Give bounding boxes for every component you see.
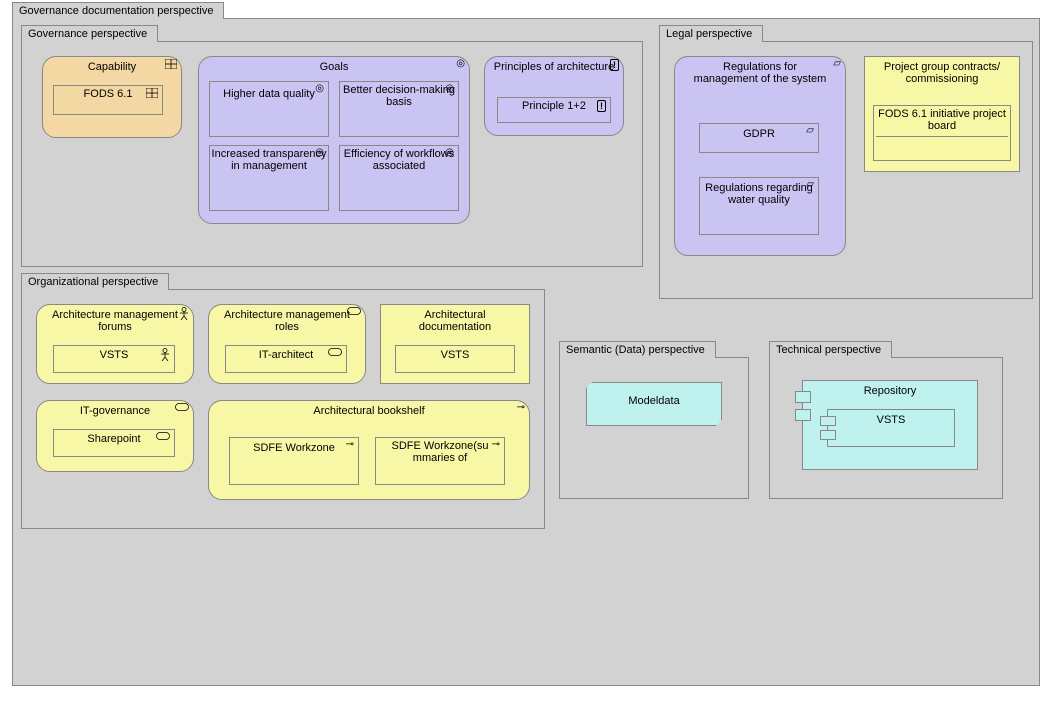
roles-block: Architecture management roles IT-archite… (208, 304, 366, 384)
regulation-gdpr: ▱ GDPR (699, 123, 819, 153)
regulations-label: Regulations for management of the system (681, 61, 839, 85)
governance-title: Governance perspective (28, 28, 147, 40)
itgov-child: Sharepoint (53, 429, 175, 457)
repository-child: VSTS (827, 409, 955, 447)
bookshelf1-label: SDFE Workzone (253, 442, 335, 454)
goal-icon: ◎ (456, 59, 465, 69)
itgov-label: IT-governance (43, 405, 187, 417)
principle-icon: ! (610, 59, 619, 71)
capability-label: Capability (49, 61, 175, 73)
regulation-water: ▱Regulations regarding water quality (699, 177, 819, 235)
itgov-block: IT-governance Sharepoint (36, 400, 194, 472)
component-notch-icon (795, 391, 811, 403)
bookshelf-label: Architectural bookshelf (215, 405, 523, 417)
role-icon (347, 307, 361, 315)
regulation-gdpr-label: GDPR (743, 128, 775, 140)
contracts-child-label: FODS 6.1 initiative project board (876, 108, 1008, 137)
docs-child-label: VSTS (441, 349, 470, 361)
principle-child-label: Principle 1+2 (522, 100, 586, 112)
docs-child: VSTS (395, 345, 515, 373)
contracts-block: Project group contracts/ commissioning F… (864, 56, 1020, 172)
goal-3: ◎Increased transparency in management (209, 145, 329, 211)
repository-child-label: VSTS (877, 414, 906, 426)
docs-label: Architectural documentation (387, 309, 523, 333)
goal-2: ◎Better decision-making basis (339, 81, 459, 137)
goal-icon: ◎ (445, 148, 454, 158)
contract-icon: ▱ (833, 59, 841, 69)
root-tab: Governance documentation perspective (12, 2, 224, 19)
component-notch-icon (795, 409, 811, 421)
technical-group: Repository VSTS (769, 357, 1003, 499)
capability-icon (165, 59, 177, 69)
roles-label: Architecture management roles (215, 309, 359, 333)
actor-icon (179, 307, 189, 321)
modeldata-label: Modeldata (628, 395, 679, 407)
actor-icon (160, 348, 170, 362)
interface-icon: ⊸ (492, 440, 500, 450)
regulation-water-label: Regulations regarding water quality (705, 182, 813, 206)
capability-icon (146, 88, 158, 98)
legal-group: ▱ Regulations for management of the syst… (659, 41, 1033, 299)
forums-label: Architecture management forums (43, 309, 187, 333)
bookshelf2-label: SDFE Workzone(su mmaries of (392, 440, 489, 464)
component-notch-icon (820, 430, 836, 440)
goals-label: Goals (205, 61, 463, 73)
goal-icon: ◎ (315, 84, 324, 94)
governance-tab: Governance perspective (21, 25, 158, 42)
goal-icon: ◎ (315, 148, 324, 158)
forums-child-label: VSTS (100, 349, 129, 361)
role-icon (156, 432, 170, 440)
docs-block: Architectural documentation VSTS (380, 304, 530, 384)
role-icon (175, 403, 189, 411)
capability-child-label: FODS 6.1 (84, 88, 133, 100)
repository-block: Repository VSTS (802, 380, 978, 470)
regulations-block: ▱ Regulations for management of the syst… (674, 56, 846, 256)
repository-label: Repository (809, 385, 971, 397)
goal-1: ◎Higher data quality (209, 81, 329, 137)
technical-tab: Technical perspective (769, 341, 892, 358)
contract-icon: ▱ (806, 126, 814, 136)
legal-title: Legal perspective (666, 28, 752, 40)
principles-block: ! Principles of architecture ! Principle… (484, 56, 624, 136)
goal-1-label: Higher data quality (223, 88, 315, 100)
itgov-child-label: Sharepoint (87, 433, 140, 445)
principle-icon: ! (597, 100, 606, 112)
semantic-title: Semantic (Data) perspective (566, 344, 705, 356)
roles-child: IT-architect (225, 345, 347, 373)
semantic-tab: Semantic (Data) perspective (559, 341, 716, 358)
org-tab: Organizational perspective (21, 273, 169, 290)
capability-child: FODS 6.1 (53, 85, 163, 115)
contract-icon: ▱ (806, 180, 814, 190)
governance-group: Capability FODS 6.1 ◎ Goals ◎Higher data… (21, 41, 643, 267)
root-group: Governance perspective Capability FODS 6… (12, 18, 1040, 686)
forums-block: Architecture management forums VSTS (36, 304, 194, 384)
contracts-child: FODS 6.1 initiative project board (873, 105, 1011, 161)
goal-4: ◎Efficiency of workflows associated (339, 145, 459, 211)
semantic-group: Modeldata (559, 357, 749, 499)
goal-3-label: Increased transparency in management (212, 148, 327, 172)
goal-icon: ◎ (445, 84, 454, 94)
forums-child: VSTS (53, 345, 175, 373)
contracts-label: Project group contracts/ commissioning (871, 61, 1013, 85)
role-icon (328, 348, 342, 356)
legal-tab: Legal perspective (659, 25, 763, 42)
goal-4-label: Efficiency of workflows associated (344, 148, 454, 172)
org-title: Organizational perspective (28, 276, 158, 288)
root-title: Governance documentation perspective (19, 5, 213, 17)
bookshelf-block: ⊸ Architectural bookshelf ⊸SDFE Workzone… (208, 400, 530, 500)
roles-child-label: IT-architect (259, 349, 313, 361)
interface-icon: ⊸ (517, 403, 525, 413)
component-notch-icon (820, 416, 836, 426)
interface-icon: ⊸ (346, 440, 354, 450)
capability-block: Capability FODS 6.1 (42, 56, 182, 138)
bookshelf-item-2: ⊸SDFE Workzone(su mmaries of (375, 437, 505, 485)
bookshelf-item-1: ⊸ SDFE Workzone (229, 437, 359, 485)
principle-child: ! Principle 1+2 (497, 97, 611, 123)
technical-title: Technical perspective (776, 344, 881, 356)
org-group: Architecture management forums VSTS Arch… (21, 289, 545, 529)
goal-2-label: Better decision-making basis (343, 84, 455, 108)
goals-block: ◎ Goals ◎Higher data quality ◎Better dec… (198, 56, 470, 224)
modeldata-block: Modeldata (586, 382, 722, 426)
principles-label: Principles of architecture (491, 61, 617, 73)
